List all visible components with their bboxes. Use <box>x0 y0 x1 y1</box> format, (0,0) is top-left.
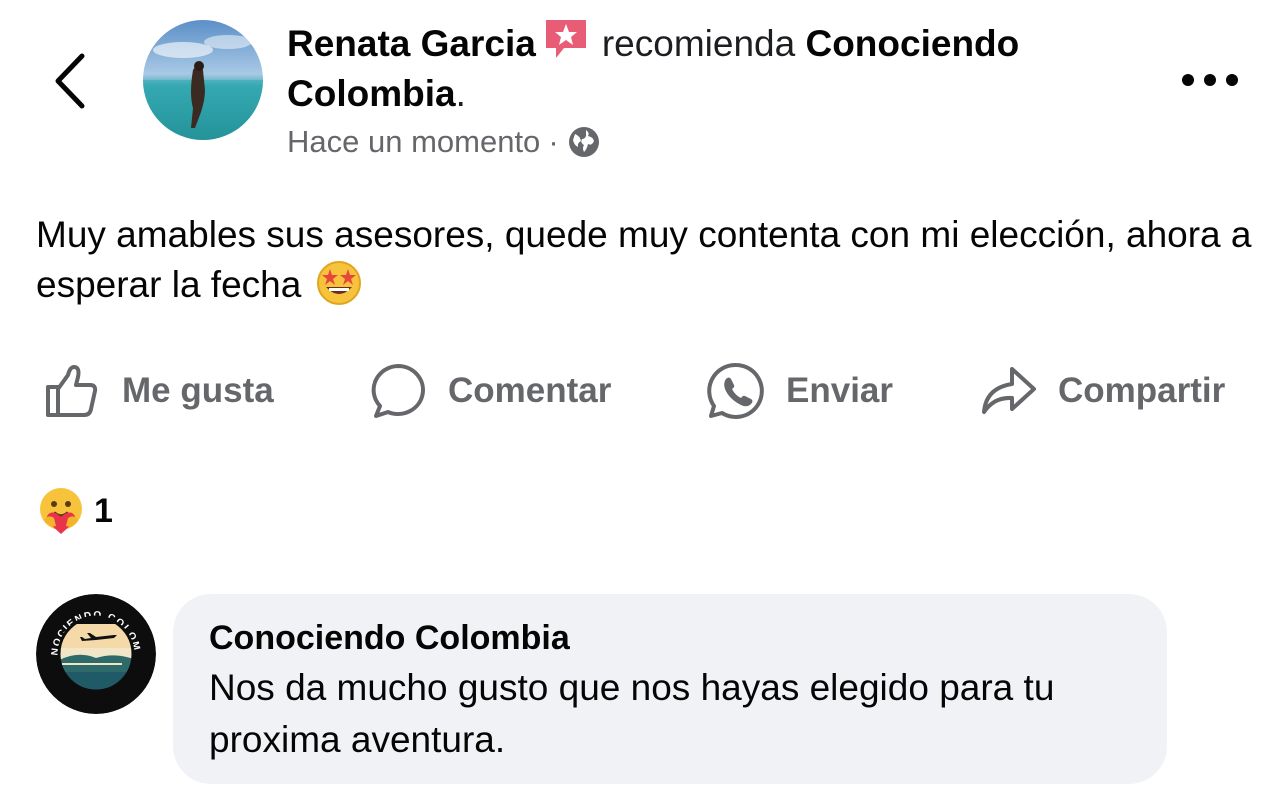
more-options-button[interactable] <box>1178 62 1242 98</box>
back-icon <box>55 53 85 109</box>
whatsapp-icon <box>707 362 764 419</box>
comment-bubble[interactable]: Conociendo Colombia Nos da mucho gusto q… <box>173 594 1167 784</box>
send-label: Enviar <box>786 371 893 410</box>
meta-separator: · <box>548 124 559 159</box>
comment-author[interactable]: Conociendo Colombia <box>209 616 1131 660</box>
like-icon <box>46 365 98 417</box>
timestamp[interactable]: Hace un momento <box>287 124 540 160</box>
post-header: Renata Garcia recomienda Conociendo Colo… <box>287 16 1147 119</box>
send-button[interactable]: Enviar <box>706 356 893 426</box>
care-emoji <box>40 488 82 534</box>
recommend-star-icon <box>542 16 590 62</box>
star-struck-emoji <box>315 259 363 307</box>
back-button[interactable] <box>48 50 92 112</box>
commenter-avatar[interactable]: CONOCIENDO COLOMBIA <box>36 594 156 714</box>
comment-label: Comentar <box>448 371 612 410</box>
author-avatar[interactable] <box>143 20 263 140</box>
recommends-label: recomienda <box>601 23 796 64</box>
more-icon <box>1182 74 1238 86</box>
like-label: Me gusta <box>122 371 274 410</box>
comment-button[interactable]: Comentar <box>368 356 611 426</box>
reactions-summary[interactable]: 1 <box>36 486 113 536</box>
share-icon <box>982 367 1036 414</box>
globe-icon <box>568 127 599 157</box>
post-text: Muy amables sus asesores, quede muy cont… <box>36 211 1256 309</box>
comment-text: Nos da mucho gusto que nos hayas elegido… <box>209 667 1055 760</box>
post-meta: Hace un momento · <box>287 124 601 160</box>
post-body: Muy amables sus asesores, quede muy cont… <box>36 214 1252 305</box>
author-name[interactable]: Renata Garcia <box>287 23 536 64</box>
share-label: Compartir <box>1058 371 1226 410</box>
reaction-count: 1 <box>94 491 113 530</box>
header-period: . <box>455 73 466 114</box>
comment-icon <box>371 364 425 418</box>
share-button[interactable]: Compartir <box>978 356 1225 426</box>
like-button[interactable]: Me gusta <box>42 356 274 426</box>
